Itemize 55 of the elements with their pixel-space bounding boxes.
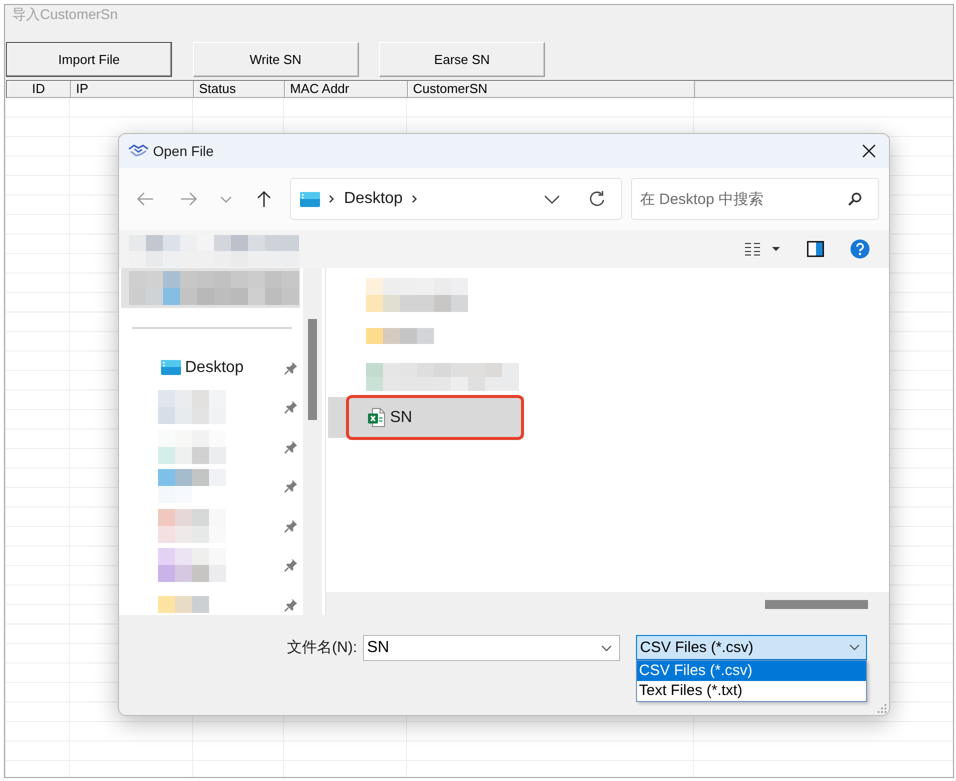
dropdown-option[interactable]: Text Files (*.txt) xyxy=(637,681,866,701)
path-segment[interactable]: Desktop xyxy=(344,190,403,208)
pixelated-drawing xyxy=(158,548,226,582)
preview-pane-icon[interactable] xyxy=(807,241,824,257)
column-header[interactable]: Status xyxy=(194,81,285,98)
chevron-right-icon[interactable] xyxy=(412,195,417,203)
refresh-icon[interactable] xyxy=(588,190,606,208)
pin-icon[interactable] xyxy=(284,400,298,414)
chevron-right-icon[interactable] xyxy=(329,195,334,203)
pixelated-drawing xyxy=(158,596,209,614)
pixelated-drawing xyxy=(366,328,434,344)
pin-icon[interactable] xyxy=(284,440,298,454)
desktop-folder-icon xyxy=(161,360,181,376)
column-header[interactable]: IP xyxy=(71,81,194,98)
write-sn-button[interactable]: Write SN xyxy=(192,42,358,77)
chevron-down-icon[interactable] xyxy=(544,194,560,204)
pixelated-drawing xyxy=(158,508,226,543)
column-header[interactable]: CustomerSN xyxy=(408,81,695,98)
caret-icon[interactable] xyxy=(772,247,780,251)
file-name-label: 文件名(N): xyxy=(287,638,358,658)
sidebar-item[interactable]: Desktop xyxy=(119,348,303,388)
help-icon[interactable] xyxy=(850,239,870,259)
dialog-title: Open File xyxy=(153,143,214,159)
scrollbar-thumb[interactable] xyxy=(308,319,317,420)
pin-icon[interactable] xyxy=(284,558,298,572)
resize-grip-icon[interactable] xyxy=(877,703,887,713)
spreadsheet-file-icon xyxy=(368,408,385,427)
pin-icon[interactable] xyxy=(284,360,298,375)
pin-icon[interactable] xyxy=(284,598,298,612)
search-icon[interactable] xyxy=(848,192,862,206)
column-header[interactable]: MAC Addr xyxy=(285,81,408,98)
erase-sn-button[interactable]: Earse SN xyxy=(379,42,545,77)
search-field[interactable]: 在 Desktop 中搜索 xyxy=(631,178,879,220)
list-view-icon[interactable] xyxy=(745,242,760,256)
pin-icon[interactable] xyxy=(284,518,298,533)
file-name-field[interactable]: SN xyxy=(363,635,620,661)
app-icon xyxy=(128,143,149,159)
pixelated-drawing xyxy=(158,469,226,504)
dropdown-option[interactable]: CSV Files (*.csv) xyxy=(637,661,866,681)
desktop-folder-icon xyxy=(300,192,320,206)
scrollbar-thumb[interactable] xyxy=(765,600,868,609)
window-title: 导入CustomerSn xyxy=(11,5,119,24)
chevron-down-icon[interactable] xyxy=(849,644,860,651)
file-item[interactable]: SN xyxy=(328,397,524,438)
up-arrow-icon[interactable] xyxy=(256,190,272,208)
address-bar[interactable]: Desktop xyxy=(290,178,622,220)
pixelated-drawing xyxy=(158,390,226,424)
import-file-button[interactable]: Import File xyxy=(6,42,172,77)
pin-icon[interactable] xyxy=(284,479,298,494)
chevron-down-icon[interactable] xyxy=(601,645,612,652)
horizontal-scrollbar[interactable] xyxy=(326,592,889,615)
file-type-dropdown[interactable]: CSV Files (*.csv) xyxy=(636,635,867,660)
pixelated-drawing xyxy=(158,430,226,464)
column-header[interactable]: ID xyxy=(7,81,71,98)
close-icon[interactable] xyxy=(862,144,876,158)
